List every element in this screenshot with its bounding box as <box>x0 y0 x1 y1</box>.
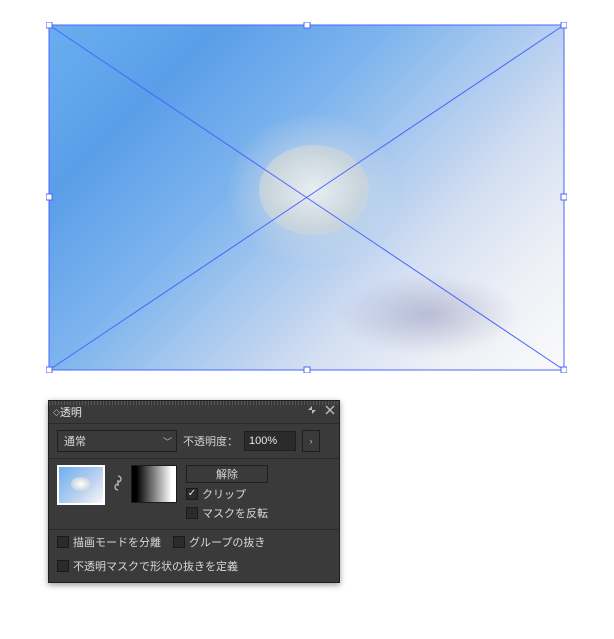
panel-grip[interactable] <box>49 401 339 405</box>
isolate-blending-label: 描画モードを分離 <box>73 534 161 550</box>
mask-controls: 解除 クリップ マスクを反転 <box>186 465 268 521</box>
transparency-panel: ◇ 透明 通常 ﹀ 不透明度： › 解除 <box>48 400 340 583</box>
isolate-blending-checkbox[interactable] <box>57 536 69 548</box>
opacity-mask-define-checkbox[interactable] <box>57 560 69 572</box>
panel-title: 透明 <box>60 404 82 420</box>
placed-image[interactable] <box>49 25 564 370</box>
opacity-input[interactable] <box>244 431 296 451</box>
clip-checkbox[interactable] <box>186 488 198 500</box>
image-subject <box>259 145 369 235</box>
blend-mode-select[interactable]: 通常 ﹀ <box>57 430 177 452</box>
invert-mask-checkbox[interactable] <box>186 507 198 519</box>
panel-collapse-icon[interactable] <box>305 403 319 417</box>
panel-blend-row: 通常 ﹀ 不透明度： › <box>49 424 339 459</box>
panel-options-row-2: 不透明マスクで形状の抜きを定義 <box>49 554 339 582</box>
panel-cycle-icon[interactable]: ◇ <box>53 408 56 417</box>
chevron-down-icon: ﹀ <box>163 435 172 448</box>
blend-mode-value: 通常 <box>64 433 86 449</box>
mask-link-icon[interactable] <box>111 465 125 501</box>
invert-mask-label: マスクを反転 <box>202 505 268 521</box>
panel-mask-row: 解除 クリップ マスクを反転 <box>49 459 339 530</box>
opacity-mask-define-label: 不透明マスクで形状の抜きを定義 <box>73 558 238 574</box>
release-mask-button[interactable]: 解除 <box>186 465 268 483</box>
knockout-group-label: グループの抜き <box>189 534 265 550</box>
canvas-selected-object[interactable] <box>49 25 564 370</box>
clip-label: クリップ <box>202 486 246 502</box>
image-shadow <box>339 275 519 355</box>
panel-header[interactable]: ◇ 透明 <box>49 401 339 424</box>
panel-close-icon[interactable] <box>323 403 337 417</box>
opacity-mask-thumbnail[interactable] <box>131 465 177 503</box>
opacity-label: 不透明度： <box>183 433 238 449</box>
artwork-thumbnail[interactable] <box>57 465 105 505</box>
knockout-group-checkbox[interactable] <box>173 536 185 548</box>
panel-options-row-1: 描画モードを分離 グループの抜き <box>49 530 339 554</box>
artwork-thumbnail-content <box>71 477 91 491</box>
opacity-slider-toggle[interactable]: › <box>302 430 320 452</box>
